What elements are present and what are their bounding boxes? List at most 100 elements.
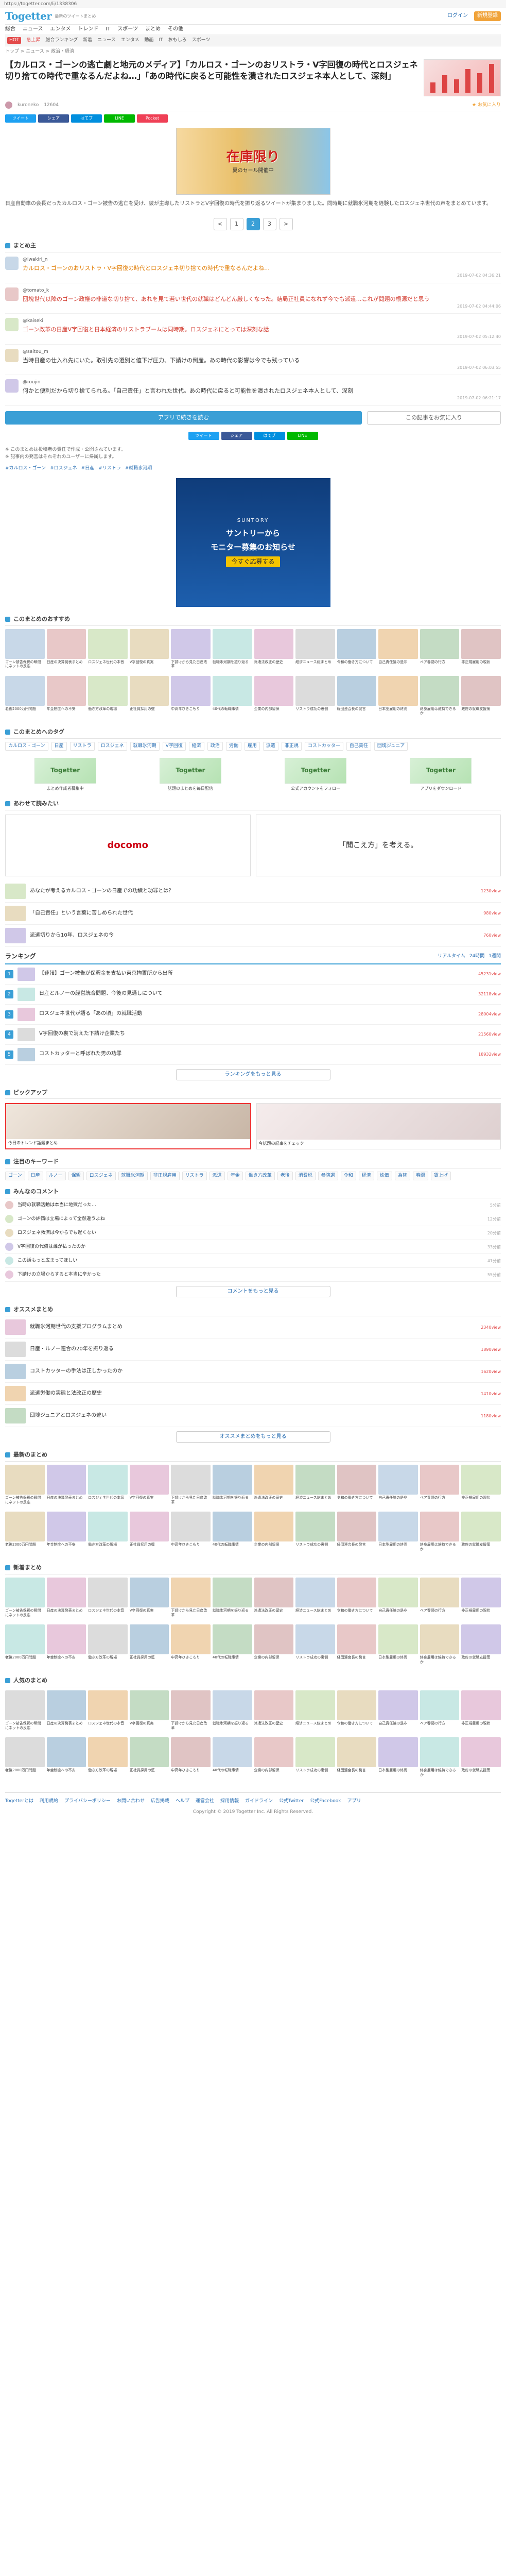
footer-link[interactable]: Togetterとは bbox=[5, 1798, 33, 1805]
article-card[interactable]: 終身雇用は維持できるか bbox=[420, 675, 460, 721]
article-card[interactable]: ロスジェネ世代の本音 bbox=[88, 629, 128, 674]
osusume-item[interactable]: 日産・ルノー連合の20年を振り返る 1890view bbox=[5, 1338, 501, 1361]
tweet-user[interactable]: @saitou_m bbox=[23, 349, 501, 355]
read-more-button[interactable]: アプリで続きを読む bbox=[5, 411, 362, 425]
article-card[interactable]: 40代の転職事情 bbox=[212, 1512, 252, 1556]
article-card[interactable]: 就職氷河期を振り返る bbox=[212, 1690, 252, 1735]
nav-item[interactable]: トレンド bbox=[78, 26, 98, 33]
article-card[interactable]: 自己責任論の是非 bbox=[378, 629, 418, 674]
comment-item[interactable]: 当時の就職活動は本当に地獄だった… 5分前 bbox=[5, 1198, 501, 1213]
tweet-avatar[interactable] bbox=[5, 348, 19, 362]
tweet-avatar[interactable] bbox=[5, 287, 19, 301]
ranking-item[interactable]: 4 V字回復の裏で消えた下請け企業たち 21560view bbox=[5, 1025, 501, 1045]
keyword-link[interactable]: 春闘 bbox=[412, 1172, 428, 1181]
nav-item[interactable]: 総合 bbox=[5, 26, 15, 33]
page-3-button[interactable]: 3 bbox=[263, 218, 276, 231]
subnav-item[interactable]: 急上昇 bbox=[26, 37, 40, 44]
article-card[interactable]: 経団連会長の発言 bbox=[337, 1737, 377, 1782]
comment-item[interactable]: V字回復の代償は誰が払ったのか 33分前 bbox=[5, 1240, 501, 1255]
keyword-link[interactable]: 年金 bbox=[227, 1172, 243, 1181]
article-card[interactable]: 老後2000万円問題 bbox=[5, 1624, 45, 1669]
tweet-date[interactable]: 2019-07-02 04:44:06 bbox=[23, 303, 501, 310]
comment-item[interactable]: この話もっと広まってほしい 41分前 bbox=[5, 1254, 501, 1268]
tag-link[interactable]: 労働 bbox=[225, 741, 241, 751]
article-card[interactable]: 下請けから見た日産改革 bbox=[171, 1690, 211, 1735]
article-card[interactable]: 働き方改革の現場 bbox=[88, 1624, 128, 1669]
article-card[interactable]: 非正規雇用の現状 bbox=[461, 1465, 501, 1510]
tab-24h[interactable]: 24時間 bbox=[469, 953, 484, 960]
tweet-item[interactable]: @tomato_k 団塊世代以降のゴーン政権の非道な切り捨て、あれを見て若い世代の… bbox=[5, 283, 501, 314]
hashtag-link[interactable]: #リストラ bbox=[98, 465, 121, 472]
article-card[interactable]: 正社員採用の壁 bbox=[129, 1624, 169, 1669]
ranking-item[interactable]: 1 【速報】ゴーン被告が保釈金を支払い東京拘置所から出所 45231view bbox=[5, 964, 501, 985]
article-card[interactable]: 政府の就職支援策 bbox=[461, 1624, 501, 1669]
tag-link[interactable]: カルロス・ゴーン bbox=[5, 741, 48, 751]
tweet-date[interactable]: 2019-07-02 06:21:17 bbox=[23, 395, 501, 401]
subnav-item[interactable]: HOT bbox=[7, 37, 22, 44]
article-card[interactable]: 日産の決算発表まとめ bbox=[46, 1465, 86, 1510]
article-card[interactable]: 派遣法改正の歴史 bbox=[254, 1690, 294, 1735]
article-card[interactable]: 日産の決算発表まとめ bbox=[46, 1578, 86, 1622]
tag-link[interactable]: 雇用 bbox=[244, 741, 260, 751]
list-item[interactable]: あなたが考えるカルロス・ゴーンの日産での功績と功罪とは？ 1230view bbox=[5, 880, 501, 903]
hatena-button[interactable]: はてブ bbox=[71, 114, 102, 123]
article-card[interactable]: ゴーン被告保釈の瞬間にネットの反応 bbox=[5, 1690, 45, 1735]
line-button[interactable]: LINE bbox=[104, 114, 135, 123]
footer-link[interactable]: 公式Twitter bbox=[279, 1798, 304, 1805]
article-card[interactable]: 正社員採用の壁 bbox=[129, 1737, 169, 1782]
article-card[interactable]: ロスジェネ世代の本音 bbox=[88, 1690, 128, 1735]
article-card[interactable]: 就職氷河期を振り返る bbox=[212, 1578, 252, 1622]
promo-card[interactable]: Togetter 公式アカウントをフォロー bbox=[256, 757, 376, 792]
keyword-link[interactable]: 就職氷河期 bbox=[118, 1172, 148, 1181]
article-card[interactable]: 企業の内部留保 bbox=[254, 1624, 294, 1669]
article-card[interactable]: 令和の働き方について bbox=[337, 1578, 377, 1622]
tweet-avatar[interactable] bbox=[5, 256, 19, 270]
article-card[interactable]: 経済ニュース総まとめ bbox=[295, 1465, 335, 1510]
keyword-link[interactable]: 賃上げ bbox=[430, 1172, 451, 1181]
tweet-button[interactable]: ツイート bbox=[188, 431, 219, 440]
list-item[interactable]: 派遣切りから10年、ロスジェネの今 760view bbox=[5, 925, 501, 947]
facebook-share-button[interactable]: シェア bbox=[38, 114, 69, 123]
tag-link[interactable]: 非正規 bbox=[281, 741, 302, 751]
article-card[interactable]: 終身雇用は維持できるか bbox=[420, 1624, 460, 1669]
footer-link[interactable]: 広告掲載 bbox=[151, 1798, 169, 1805]
article-card[interactable]: 中高年ひきこもり bbox=[171, 1624, 211, 1669]
tag-link[interactable]: V字回復 bbox=[162, 741, 186, 751]
page-2-button[interactable]: 2 bbox=[246, 218, 260, 231]
article-card[interactable]: 働き方改革の現場 bbox=[88, 1512, 128, 1556]
keyword-link[interactable]: ロスジェネ bbox=[86, 1172, 116, 1181]
tag-link[interactable]: 団塊ジュニア bbox=[374, 741, 408, 751]
ranking-item[interactable]: 3 ロスジェネ世代が語る「あの頃」の就職活動 28004view bbox=[5, 1005, 501, 1025]
article-card[interactable]: ロスジェネ世代の本音 bbox=[88, 1578, 128, 1622]
osusume-item[interactable]: 就職氷河期世代の支援プログラムまとめ 2340view bbox=[5, 1316, 501, 1339]
subnav-item[interactable]: 新着 bbox=[83, 37, 92, 44]
keyword-link[interactable]: ルノー bbox=[45, 1172, 66, 1181]
osusume-item[interactable]: 派遣労働の実態と法改正の歴史 1410view bbox=[5, 1383, 501, 1405]
article-card[interactable]: 経済ニュース総まとめ bbox=[295, 1690, 335, 1735]
tweet-user[interactable]: @tomato_k bbox=[23, 287, 501, 294]
pocket-button[interactable]: Pocket bbox=[137, 114, 168, 123]
signup-button[interactable]: 新規登録 bbox=[474, 11, 501, 21]
hashtag-link[interactable]: #ロスジェネ bbox=[50, 465, 77, 472]
tag-link[interactable]: 政治 bbox=[207, 741, 223, 751]
hashtag-link[interactable]: #就職氷河期 bbox=[125, 465, 152, 472]
footer-link[interactable]: 運営会社 bbox=[196, 1798, 214, 1805]
keyword-link[interactable]: ゴーン bbox=[5, 1172, 25, 1181]
ad-rectangle-box[interactable]: SUNTORY サントリーから モニター募集のお知らせ 今すぐ応募する bbox=[176, 478, 330, 607]
article-card[interactable]: 年金制度への不安 bbox=[46, 1512, 86, 1556]
article-card[interactable]: リストラ成功の裏側 bbox=[295, 1737, 335, 1782]
subnav-item[interactable]: おもしろ bbox=[168, 37, 187, 44]
tag-link[interactable]: 経済 bbox=[188, 741, 204, 751]
article-card[interactable]: 老後2000万円問題 bbox=[5, 1737, 45, 1782]
article-card[interactable]: 年金制度への不安 bbox=[46, 1737, 86, 1782]
article-card[interactable]: 非正規雇用の現状 bbox=[461, 1690, 501, 1735]
subnav-item[interactable]: 総合ランキング bbox=[45, 37, 78, 44]
article-card[interactable]: 老後2000万円問題 bbox=[5, 675, 45, 721]
article-card[interactable]: 日産の決算発表まとめ bbox=[46, 629, 86, 674]
article-card[interactable]: 企業の内部留保 bbox=[254, 1512, 294, 1556]
article-card[interactable]: V字回復の真実 bbox=[129, 1578, 169, 1622]
ad-banner-top[interactable]: 在庫限り 夏のセール開催中 bbox=[176, 128, 330, 195]
article-card[interactable]: 派遣法改正の歴史 bbox=[254, 629, 294, 674]
line-button[interactable]: LINE bbox=[287, 431, 318, 440]
article-thumbnail[interactable] bbox=[424, 59, 501, 97]
